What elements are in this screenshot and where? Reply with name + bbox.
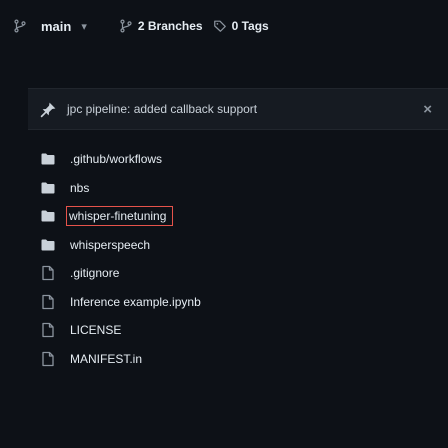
latest-commit-bar[interactable]: jpc pipeline: added callback support ×	[28, 88, 448, 130]
pin-icon	[40, 102, 56, 117]
folder-icon	[41, 182, 55, 194]
file-icon	[42, 294, 54, 309]
file-name[interactable]: whisperspeech	[70, 238, 150, 252]
file-row-license[interactable]: LICENSE	[28, 316, 448, 345]
branch-selector-button[interactable]: main ▾	[13, 11, 91, 41]
branches-label: 2 Branches	[137, 19, 203, 33]
git-branch-icon	[14, 19, 26, 33]
file-name[interactable]: Inference example.ipynb	[70, 295, 201, 309]
file-icon	[42, 266, 54, 281]
git-branch-icon	[120, 19, 132, 33]
folder-icon	[41, 210, 55, 222]
file-name[interactable]: whisper-finetuning	[66, 206, 174, 227]
branches-link[interactable]: 2 Branches	[119, 19, 203, 33]
file-row-whisper-finetuning[interactable]: whisper-finetuning	[28, 202, 448, 231]
close-icon[interactable]: ×	[423, 101, 432, 118]
tag-icon	[213, 20, 226, 32]
file-name[interactable]: MANIFEST.in	[70, 352, 142, 366]
file-row-inference-example[interactable]: Inference example.ipynb	[28, 288, 448, 317]
tags-label: 0 Tags	[231, 19, 269, 33]
file-icon	[42, 323, 54, 338]
file-row-manifest[interactable]: MANIFEST.in	[28, 345, 448, 374]
branch-name: main	[41, 18, 72, 34]
file-name[interactable]: LICENSE	[70, 323, 121, 337]
folder-icon	[41, 239, 55, 251]
file-row-nbs[interactable]: nbs	[28, 174, 448, 203]
repo-toolbar: main ▾ 2 Branches 0 Tags	[0, 0, 448, 52]
file-list: .github/workflows nbs whisper-finetuning…	[28, 145, 448, 373]
file-row-gitignore[interactable]: .gitignore	[28, 259, 448, 288]
chevron-down-icon: ▾	[81, 20, 87, 33]
file-row-whisperspeech[interactable]: whisperspeech	[28, 231, 448, 260]
file-name[interactable]: nbs	[70, 181, 89, 195]
commit-message[interactable]: jpc pipeline: added callback support	[67, 102, 257, 116]
file-name[interactable]: .gitignore	[70, 266, 119, 280]
file-name[interactable]: .github/workflows	[70, 152, 162, 166]
tags-link[interactable]: 0 Tags	[213, 19, 269, 33]
folder-icon	[41, 153, 55, 165]
file-row-github-workflows[interactable]: .github/workflows	[28, 145, 448, 174]
file-icon	[42, 351, 54, 366]
